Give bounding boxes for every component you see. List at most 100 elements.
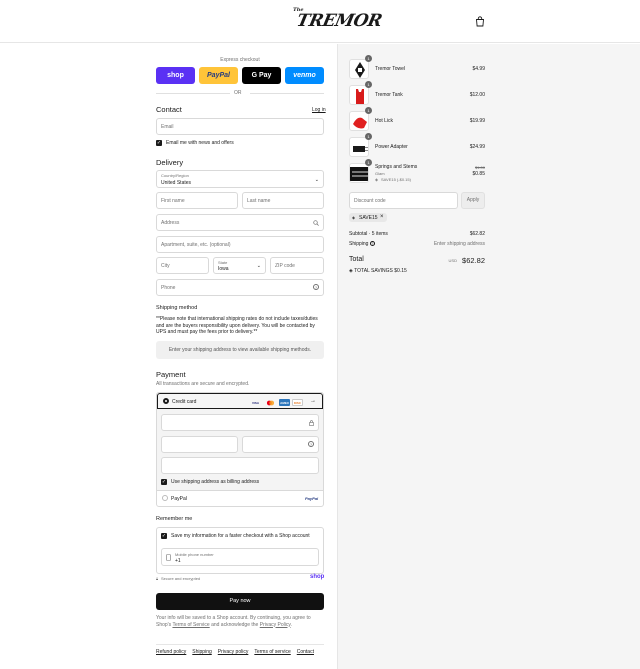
shop-pay-button[interactable]: shop (156, 67, 195, 84)
paypal-radio[interactable] (162, 495, 168, 501)
last-name-field[interactable]: Last name (242, 192, 324, 209)
item-price: $12.00 (469, 92, 485, 98)
contact-link[interactable]: Contact (297, 649, 314, 655)
lock-icon (309, 420, 314, 426)
total-label: Total (349, 256, 364, 263)
venmo-button[interactable]: venmo (285, 67, 324, 84)
tag-icon: ◈ (375, 177, 379, 182)
quantity-badge: 1 (365, 133, 372, 140)
paypal-button[interactable]: PayPal (199, 67, 238, 84)
phone-field[interactable]: Phone ? (156, 279, 324, 296)
google-pay-button[interactable]: G Pay (242, 67, 281, 84)
shipping-row: Shipping ? Enter shipping address (349, 241, 485, 247)
apartment-placeholder: Apartment, suite, etc. (optional) (161, 242, 231, 248)
item-price: $4.99 (472, 66, 485, 72)
visa-icon: VISA (251, 400, 259, 405)
product-image (349, 163, 369, 183)
savings-label: TOTAL SAVINGS (354, 268, 393, 274)
address-field[interactable]: Address (156, 214, 324, 231)
search-icon (313, 220, 319, 226)
address-placeholder: Address (161, 220, 180, 226)
legal-text: Your info will be saved to a Shop accoun… (156, 615, 324, 628)
applied-code-chip: ◈ SAVE15 × (349, 213, 387, 222)
country-select[interactable]: Country/Region United States ⌄ (156, 170, 324, 188)
state-select[interactable]: State Iowa ⌄ (213, 257, 266, 274)
paypal-option[interactable]: PayPal PayPal (157, 491, 323, 506)
pay-now-button[interactable]: Pay now (156, 593, 324, 610)
state-label: State (218, 260, 228, 265)
discount-placeholder: Discount code (354, 198, 386, 204)
email-field[interactable]: Email (156, 118, 324, 135)
or-text: OR (234, 90, 242, 96)
currency-label: USD (448, 258, 457, 263)
shop-logo: shop (310, 574, 325, 580)
credit-card-form: ? ✓ Use shipping address as billing addr… (157, 409, 323, 491)
billing-checkbox[interactable]: ✓ (161, 479, 167, 485)
mobile-value: +1 (175, 558, 181, 564)
legal-end: . (290, 621, 292, 628)
mobile-phone-field[interactable]: Mobile phone number +1 (161, 548, 319, 566)
credit-card-radio[interactable] (163, 398, 169, 404)
card-number-field[interactable] (161, 414, 319, 431)
privacy-policy-link[interactable]: Privacy policy (218, 649, 249, 655)
subtotal-label: Subtotal · 5 items (349, 231, 388, 237)
store-logo[interactable]: The TREMOR (291, 7, 384, 33)
expiration-field[interactable] (161, 436, 238, 453)
terms-link[interactable]: Terms of Service (172, 622, 209, 628)
mastercard-icon (265, 399, 276, 406)
apartment-field[interactable]: Apartment, suite, etc. (optional) (156, 236, 324, 253)
name-on-card-field[interactable] (161, 457, 319, 474)
apply-button[interactable]: Apply (461, 192, 485, 209)
subtotal-value: $62.82 (469, 231, 485, 237)
paypal-logo: PayPal (305, 496, 319, 501)
shopping-bag-icon[interactable] (475, 16, 485, 27)
tag-icon: ◈ (349, 268, 353, 274)
shipping-note: **Please note that international shippin… (156, 316, 318, 335)
close-icon[interactable]: × (380, 214, 384, 220)
legal-and: and acknowledge the (211, 621, 259, 628)
zip-placeholder: ZIP code (275, 263, 295, 269)
item-name: Springs and Stems (375, 164, 418, 170)
privacy-link[interactable]: Privacy Policy (260, 622, 291, 628)
news-label: Email me with news and offers (166, 140, 234, 146)
quantity-badge: 1 (365, 159, 372, 166)
city-field[interactable]: City (156, 257, 209, 274)
cart-item: 1 Tremor Tank $12.00 (349, 81, 485, 105)
product-image (349, 59, 369, 79)
city-placeholder: City (161, 263, 170, 269)
remember-me-box: ✓ Save my information for a faster check… (156, 527, 324, 574)
contact-title: Contact (156, 105, 182, 114)
chevron-down-icon: ⌄ (256, 263, 261, 269)
refund-policy-link[interactable]: Refund policy (156, 649, 186, 655)
item-discount-tag: SAVE15 (-$0.15) (381, 177, 411, 182)
item-old-price: $1.00 (474, 165, 485, 170)
remember-title: Remember me (156, 516, 193, 522)
phone-icon (166, 554, 171, 561)
news-checkbox[interactable]: ✓ (156, 140, 162, 146)
shipping-link[interactable]: Shipping (192, 649, 211, 655)
discount-code-field[interactable]: Discount code (349, 192, 458, 209)
footer-links: Refund policy Shipping Privacy policy Te… (156, 649, 324, 655)
save-info-checkbox[interactable]: ✓ (161, 533, 167, 539)
help-icon[interactable]: ? (369, 241, 375, 247)
applied-code: SAVE15 (359, 215, 378, 221)
item-price: $0.85 (472, 171, 485, 177)
savings-value: $0.15 (394, 268, 407, 274)
total-value: $62.82 (462, 256, 485, 265)
terms-of-service-link[interactable]: Terms of service (254, 649, 290, 655)
shipping-notice: Enter your shipping address to view avai… (156, 341, 324, 359)
payment-title: Payment (156, 370, 186, 379)
login-link[interactable]: Log in (312, 107, 326, 113)
cart-item: 1 Springs and Stems Glam ◈ SAVE15 (-$0.1… (349, 159, 485, 185)
security-code-field[interactable]: ? (242, 436, 319, 453)
help-icon[interactable]: ? (308, 441, 314, 447)
item-name: Tremor Towel (375, 66, 406, 72)
first-name-field[interactable]: First name (156, 192, 238, 209)
paypal-label: PayPal (171, 496, 187, 502)
express-checkout-label: Express checkout (220, 57, 260, 63)
billing-label: Use shipping address as billing address (171, 479, 260, 485)
help-icon[interactable]: ? (313, 284, 319, 290)
quantity-badge: 1 (365, 81, 372, 88)
zip-field[interactable]: ZIP code (270, 257, 324, 274)
credit-card-option[interactable]: Credit card VISA AMEX DISC → (157, 393, 323, 409)
